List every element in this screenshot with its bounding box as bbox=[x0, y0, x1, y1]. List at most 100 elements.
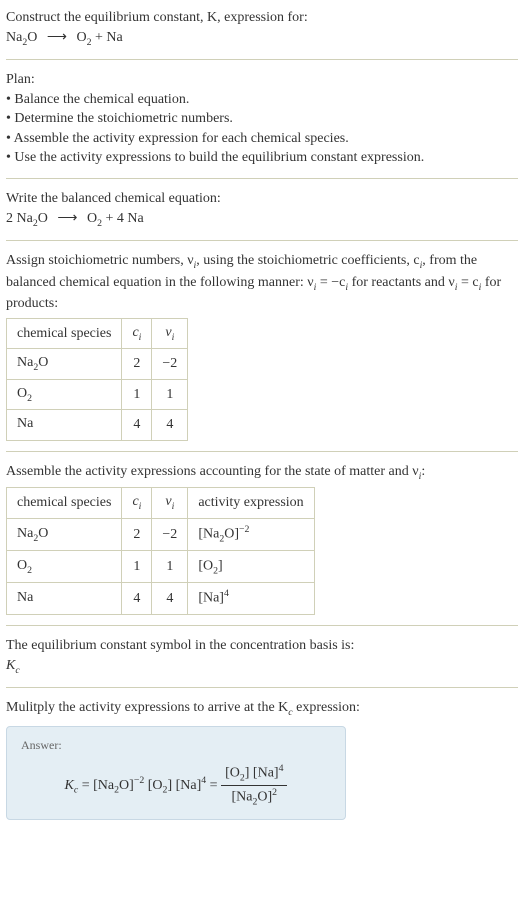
a2: [O bbox=[198, 559, 213, 574]
table-row: Na2O 2 −2 bbox=[7, 349, 188, 380]
divider bbox=[6, 59, 518, 60]
plan-item: • Assemble the activity expression for e… bbox=[6, 129, 518, 149]
b-na: 4 Na bbox=[117, 211, 144, 226]
st-t4: = −c bbox=[316, 275, 345, 290]
cell-species: Na2O bbox=[7, 518, 122, 550]
plan-item: • Use the activity expressions to build … bbox=[6, 148, 518, 168]
symbol-line1: The equilibrium constant symbol in the c… bbox=[6, 636, 518, 656]
n1b: ] [Na] bbox=[245, 765, 279, 780]
st-t6: = c bbox=[457, 275, 478, 290]
ft2: expression: bbox=[293, 700, 360, 715]
col-activity: activity expression bbox=[188, 488, 314, 519]
sp2: O bbox=[38, 526, 48, 541]
col-vi: νi bbox=[152, 318, 188, 349]
col-ci: ci bbox=[122, 488, 152, 519]
divider bbox=[6, 240, 518, 241]
cell-activity: [Na]4 bbox=[188, 583, 314, 615]
b-o2-sub: 2 bbox=[97, 217, 102, 228]
cell-activity: [O2] bbox=[188, 550, 314, 582]
plan-title: Plan: bbox=[6, 70, 518, 90]
plan-item: • Determine the stoichiometric numbers. bbox=[6, 109, 518, 129]
n1: [O bbox=[225, 765, 240, 780]
cell-species: O2 bbox=[7, 550, 122, 582]
cell-c: 2 bbox=[122, 349, 152, 380]
divider bbox=[6, 625, 518, 626]
a1sup: −2 bbox=[239, 524, 249, 535]
table-row: Na 4 4 [Na]4 bbox=[7, 583, 315, 615]
a3sup: 4 bbox=[224, 588, 229, 599]
lhs: Na2O bbox=[6, 30, 41, 45]
sp: Na bbox=[17, 526, 33, 541]
cell-v: 4 bbox=[152, 583, 188, 615]
balanced-title: Write the balanced chemical equation: bbox=[6, 189, 518, 209]
final-title: Mulitply the activity expressions to arr… bbox=[6, 698, 518, 720]
d1: [Na bbox=[231, 789, 252, 804]
et3: [Na] bbox=[176, 777, 202, 792]
eks: c bbox=[74, 784, 78, 795]
intro-line: Construct the equilibrium constant, K, e… bbox=[6, 8, 518, 28]
table-header-row: chemical species ci νi activity expressi… bbox=[7, 488, 315, 519]
na-r: Na bbox=[106, 30, 122, 45]
divider bbox=[6, 451, 518, 452]
table-row: Na2O 2 −2 [Na2O]−2 bbox=[7, 518, 315, 550]
ci-sub: i bbox=[139, 332, 142, 343]
vi-sub: i bbox=[172, 501, 175, 512]
cell-v: −2 bbox=[152, 518, 188, 550]
table-row: Na 4 4 bbox=[7, 410, 188, 441]
b-lhs: 2 Na bbox=[6, 211, 33, 226]
cell-activity: [Na2O]−2 bbox=[188, 518, 314, 550]
kc-sub: c bbox=[15, 665, 19, 676]
a2b: ] bbox=[218, 559, 223, 574]
sp: O bbox=[17, 558, 27, 573]
a1b: O] bbox=[224, 526, 239, 541]
ft1: Mulitply the activity expressions to arr… bbox=[6, 700, 288, 715]
et1b: O] bbox=[119, 777, 134, 792]
stoich-intro: Assign stoichiometric numbers, νi, using… bbox=[6, 251, 518, 314]
cell-species: Na bbox=[7, 583, 122, 615]
sp: Na bbox=[17, 416, 33, 431]
answer-expression: Kc = [Na2O]−2 [O2] [Na]4 = [O2] [Na]4 [N… bbox=[21, 762, 331, 809]
intro-text: Construct the equilibrium constant, K, e… bbox=[6, 10, 308, 25]
o2: O bbox=[76, 30, 86, 45]
st-t5: for reactants and ν bbox=[348, 275, 455, 290]
cell-c: 4 bbox=[122, 583, 152, 615]
cell-species: O2 bbox=[7, 379, 122, 410]
sp: O bbox=[17, 386, 27, 401]
fraction: [O2] [Na]4 [Na2O]2 bbox=[221, 762, 287, 809]
cell-v: 4 bbox=[152, 410, 188, 441]
balanced-equation: 2 Na2O ⟶ O2 + 4 Na bbox=[6, 209, 518, 231]
table-header-row: chemical species ci νi bbox=[7, 318, 188, 349]
answer-label: Answer: bbox=[21, 737, 331, 754]
na: Na bbox=[6, 30, 22, 45]
a3: [Na] bbox=[198, 591, 224, 606]
act-t1: Assemble the activity expressions accoun… bbox=[6, 464, 419, 479]
st-t2: , using the stoichiometric coefficients,… bbox=[196, 253, 419, 268]
o: O bbox=[27, 30, 37, 45]
symbol-line2: Kc bbox=[6, 656, 518, 678]
et2: [O bbox=[148, 777, 163, 792]
answer-box: Answer: Kc = [Na2O]−2 [O2] [Na]4 = [O2] … bbox=[6, 726, 346, 820]
et3sup: 4 bbox=[201, 775, 206, 786]
cell-v: 1 bbox=[152, 379, 188, 410]
cell-c: 1 bbox=[122, 550, 152, 582]
et1sup: −2 bbox=[134, 775, 144, 786]
intro-equation: Na2O ⟶ O2 + Na bbox=[6, 28, 518, 50]
sp: Na bbox=[17, 355, 33, 370]
denominator: [Na2O]2 bbox=[221, 786, 287, 809]
arrow-icon: ⟶ bbox=[51, 209, 83, 229]
activity-title: Assemble the activity expressions accoun… bbox=[6, 462, 518, 484]
arrow-icon: ⟶ bbox=[41, 28, 73, 48]
ci-sub: i bbox=[139, 501, 142, 512]
ek: K bbox=[65, 777, 74, 792]
sp: Na bbox=[17, 590, 33, 605]
cell-species: Na bbox=[7, 410, 122, 441]
kc: K bbox=[6, 658, 15, 673]
cell-c: 1 bbox=[122, 379, 152, 410]
sp-sub: 2 bbox=[27, 565, 32, 576]
activity-table: chemical species ci νi activity expressi… bbox=[6, 487, 315, 615]
a1: [Na bbox=[198, 526, 219, 541]
act-t2: : bbox=[421, 464, 425, 479]
vi-sub: i bbox=[172, 332, 175, 343]
rhs: O2 + Na bbox=[76, 30, 122, 45]
cell-v: 1 bbox=[152, 550, 188, 582]
